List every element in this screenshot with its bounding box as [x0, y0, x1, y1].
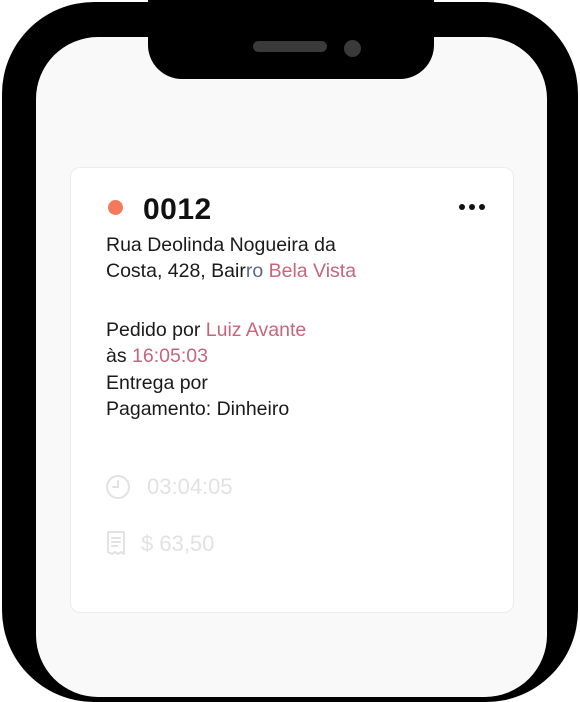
total-row: $ 63,50	[105, 530, 214, 558]
order-time-line: às 16:05:03	[106, 343, 208, 370]
order-status-dot	[108, 200, 123, 215]
menu-dot	[479, 204, 485, 210]
payment-line: Pagamento: Dinheiro	[106, 396, 289, 423]
receipt-icon	[107, 531, 125, 555]
order-time: 16:05:03	[132, 345, 208, 367]
menu-dot	[459, 204, 465, 210]
more-options-icon[interactable]	[455, 198, 489, 216]
address-neighborhood: Bela Vista	[268, 260, 357, 282]
delivery-label: Entrega por	[106, 372, 208, 394]
speaker-grille	[253, 41, 327, 52]
clock-icon	[106, 475, 130, 499]
front-camera	[344, 40, 361, 57]
address-fragment: ro	[245, 260, 264, 282]
order-time-prefix: às	[106, 345, 127, 367]
address-number: Costa, 428, Bair	[106, 260, 246, 282]
ordered-by-label: Pedido por	[106, 319, 201, 341]
ordered-by-line: Pedido por Luiz Avante	[106, 317, 306, 344]
elapsed-time-row: 03:04:05	[105, 474, 233, 500]
order-total: $ 63,50	[141, 531, 215, 556]
payment-label: Pagamento: Dinheiro	[106, 398, 290, 420]
delivery-line: Entrega por	[106, 370, 208, 397]
address-street: Rua Deolinda Nogueira da	[106, 234, 336, 256]
phone-notch	[148, 0, 434, 79]
address-line-2: Costa, 428, Bairro Bela Vista	[106, 258, 356, 285]
menu-dot	[469, 204, 475, 210]
order-number: 0012	[143, 193, 212, 226]
customer-name: Luiz Avante	[205, 319, 307, 341]
address-line-1: Rua Deolinda Nogueira da	[106, 232, 336, 259]
elapsed-time: 03:04:05	[147, 474, 233, 499]
